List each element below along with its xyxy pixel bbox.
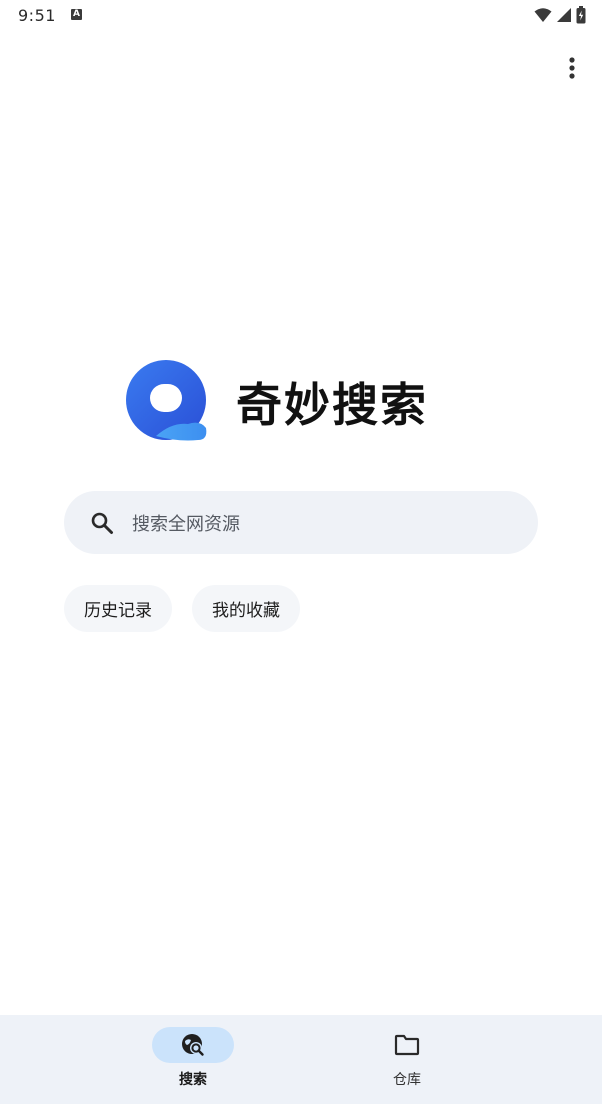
nav-item-repository[interactable]: 仓库 [337, 1015, 477, 1104]
history-chip[interactable]: 历史记录 [64, 585, 172, 632]
status-icons [534, 6, 586, 24]
more-options-button[interactable] [556, 52, 588, 84]
app-title: 奇妙搜索 [236, 378, 428, 432]
nav-icon-wrapper [366, 1027, 448, 1063]
favorites-chip[interactable]: 我的收藏 [192, 585, 300, 632]
search-globe-icon [182, 1034, 204, 1056]
status-time: 9:51 [18, 6, 56, 25]
search-icon [91, 512, 113, 534]
signal-icon [557, 8, 571, 22]
battery-icon [576, 6, 586, 24]
quick-chips: 历史记录 我的收藏 [64, 585, 300, 632]
folder-icon [394, 1034, 420, 1056]
search-placeholder: 搜索全网资源 [132, 513, 240, 535]
nav-item-search[interactable]: 搜索 [123, 1015, 263, 1104]
app-logo-icon [126, 360, 207, 441]
status-bar: 9:51 A [0, 0, 602, 34]
nav-label-repository: 仓库 [393, 1072, 421, 1088]
notification-a-icon: A [71, 9, 82, 20]
more-vertical-icon [569, 57, 575, 79]
search-input[interactable]: 搜索全网资源 [64, 491, 538, 554]
nav-active-indicator [152, 1027, 234, 1063]
wifi-icon [534, 8, 552, 22]
nav-label-search: 搜索 [179, 1072, 207, 1088]
brand-header: 奇妙搜索 [126, 360, 428, 444]
bottom-navigation: 搜索 仓库 [0, 1015, 602, 1104]
